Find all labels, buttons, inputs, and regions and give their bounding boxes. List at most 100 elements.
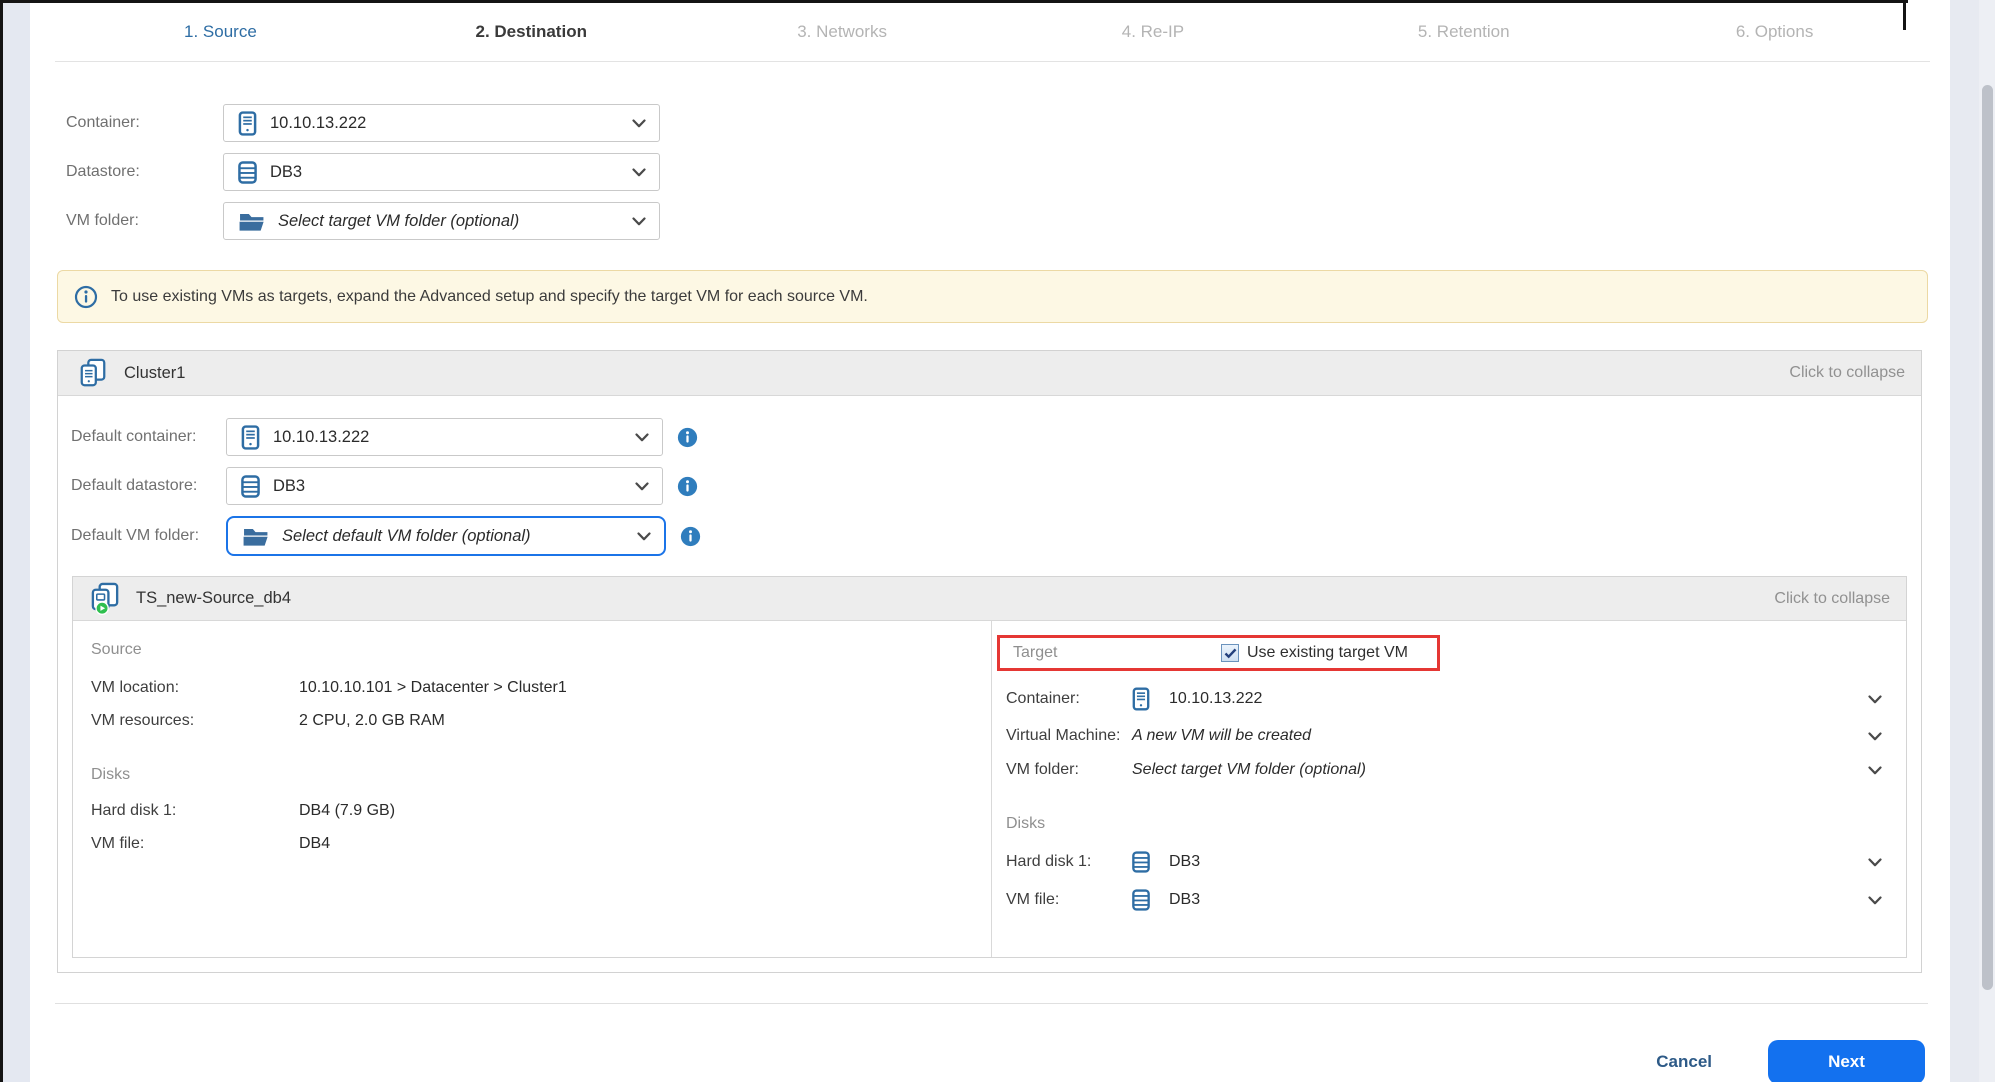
step-retention[interactable]: 5. Retention bbox=[1308, 22, 1619, 42]
screenshot-border-top bbox=[0, 0, 1908, 3]
datastore-dropdown[interactable]: DB3 bbox=[223, 153, 660, 191]
footer-actions: Cancel Next bbox=[30, 1040, 1950, 1082]
vm-resources-label: VM resources: bbox=[91, 712, 299, 730]
step-destination[interactable]: 2. Destination bbox=[376, 22, 687, 42]
source-hard-disk-label: Hard disk 1: bbox=[91, 802, 299, 820]
cancel-button[interactable]: Cancel bbox=[1656, 1052, 1712, 1072]
default-container-value: 10.10.13.222 bbox=[273, 428, 369, 447]
open-folder-icon bbox=[242, 526, 269, 547]
info-banner-text: To use existing VMs as targets, expand t… bbox=[111, 288, 868, 306]
wizard-stepper: 1. Source 2. Destination 3. Networks 4. … bbox=[65, 3, 1930, 61]
vm-title: TS_new-Source_db4 bbox=[136, 589, 291, 608]
chevron-down-icon bbox=[632, 168, 646, 177]
stepper-divider bbox=[55, 61, 1930, 62]
vm-location-value: 10.10.10.101 > Datacenter > Cluster1 bbox=[299, 679, 567, 697]
datastore-value: DB3 bbox=[270, 163, 302, 182]
source-hard-disk-value: DB4 (7.9 GB) bbox=[299, 802, 395, 820]
container-value: 10.10.13.222 bbox=[270, 114, 366, 133]
step-options[interactable]: 6. Options bbox=[1619, 22, 1930, 42]
cluster-group-box: Cluster1 Click to collapse Default conta… bbox=[57, 350, 1922, 973]
target-hard-disk-label: Hard disk 1: bbox=[1006, 853, 1132, 871]
step-reip[interactable]: 4. Re-IP bbox=[998, 22, 1309, 42]
target-vm-value: A new VM will be created bbox=[1132, 727, 1311, 745]
screenshot-border-left bbox=[0, 0, 3, 1082]
chevron-down-icon bbox=[1868, 766, 1882, 775]
chevron-down-icon bbox=[632, 119, 646, 128]
target-vm-file-dropdown[interactable]: VM file: DB3 bbox=[1006, 889, 1882, 911]
default-vm-folder-dropdown[interactable]: Select default VM folder (optional) bbox=[226, 516, 666, 556]
scrollbar-track[interactable] bbox=[1979, 0, 1995, 1082]
chevron-down-icon bbox=[637, 532, 651, 541]
step-source[interactable]: 1. Source bbox=[65, 22, 376, 42]
source-heading: Source bbox=[91, 641, 967, 659]
source-pane: Source VM location: 10.10.10.101 > Datac… bbox=[73, 621, 992, 957]
scrollbar-thumb[interactable] bbox=[1982, 85, 1993, 990]
default-datastore-label: Default datastore: bbox=[71, 477, 226, 495]
use-existing-vm-checkbox[interactable]: Use existing target VM bbox=[1221, 644, 1408, 662]
checkbox-checked[interactable] bbox=[1221, 644, 1239, 662]
chevron-down-icon bbox=[1868, 732, 1882, 741]
vm-location-label: VM location: bbox=[91, 679, 299, 697]
left-gutter bbox=[3, 0, 30, 1082]
vm-folder-label: VM folder: bbox=[66, 212, 223, 230]
source-vm-file-label: VM file: bbox=[91, 835, 299, 853]
default-container-label: Default container: bbox=[71, 428, 226, 446]
target-vm-file-value: DB3 bbox=[1169, 891, 1200, 909]
target-pane: Target Use existing target VM Container: bbox=[992, 621, 1906, 957]
vm-resources-value: 2 CPU, 2.0 GB RAM bbox=[299, 712, 445, 730]
datastore-icon bbox=[238, 161, 257, 184]
info-circle-icon bbox=[74, 285, 98, 309]
screenshot-border-tick bbox=[1903, 0, 1906, 30]
default-vm-folder-label: Default VM folder: bbox=[71, 527, 226, 545]
chevron-down-icon bbox=[1868, 896, 1882, 905]
datastore-icon bbox=[241, 475, 260, 498]
datastore-icon bbox=[1132, 889, 1150, 911]
source-vm-file-value: DB4 bbox=[299, 835, 330, 853]
source-disks-heading: Disks bbox=[91, 766, 967, 784]
vm-folder-placeholder: Select target VM folder (optional) bbox=[278, 212, 519, 231]
info-icon[interactable] bbox=[677, 427, 698, 448]
target-vm-folder-label: VM folder: bbox=[1006, 761, 1132, 779]
target-virtual-machine-dropdown[interactable]: Virtual Machine: A new VM will be create… bbox=[1006, 727, 1882, 745]
container-label: Container: bbox=[66, 114, 223, 132]
collapse-hint: Click to collapse bbox=[1789, 364, 1905, 382]
target-vm-folder-dropdown[interactable]: VM folder: Select target VM folder (opti… bbox=[1006, 761, 1882, 779]
next-button[interactable]: Next bbox=[1768, 1040, 1925, 1082]
use-existing-vm-label: Use existing target VM bbox=[1247, 644, 1408, 662]
target-heading: Target bbox=[1013, 644, 1221, 662]
container-dropdown[interactable]: 10.10.13.222 bbox=[223, 104, 660, 142]
cluster-group-header[interactable]: Cluster1 Click to collapse bbox=[58, 351, 1921, 396]
target-vm-label: Virtual Machine: bbox=[1006, 727, 1132, 745]
chevron-down-icon bbox=[635, 482, 649, 491]
default-datastore-dropdown[interactable]: DB3 bbox=[226, 467, 663, 505]
target-container-dropdown[interactable]: Container: 10.10.13.222 bbox=[1006, 687, 1882, 711]
collapse-hint: Click to collapse bbox=[1774, 590, 1890, 608]
wizard-content: 1. Source 2. Destination 3. Networks 4. … bbox=[30, 3, 1950, 1082]
chevron-down-icon bbox=[635, 433, 649, 442]
host-icon bbox=[241, 425, 260, 450]
open-folder-icon bbox=[238, 211, 265, 232]
vm-running-icon bbox=[89, 582, 122, 615]
target-vm-folder-value: Select target VM folder (optional) bbox=[1132, 761, 1366, 779]
default-datastore-value: DB3 bbox=[273, 477, 305, 496]
datastore-label: Datastore: bbox=[66, 163, 223, 181]
cluster-defaults-form: Default container: 10.10.13.222 Default … bbox=[71, 418, 1921, 556]
cluster-title: Cluster1 bbox=[124, 364, 185, 383]
vm-group-header[interactable]: TS_new-Source_db4 Click to collapse bbox=[73, 577, 1906, 621]
step-networks[interactable]: 3. Networks bbox=[687, 22, 998, 42]
target-container-label: Container: bbox=[1006, 690, 1132, 708]
vm-group-box: TS_new-Source_db4 Click to collapse Sour… bbox=[72, 576, 1907, 958]
wizard-destination-page: 1. Source 2. Destination 3. Networks 4. … bbox=[0, 0, 1995, 1082]
target-hard-disk-dropdown[interactable]: Hard disk 1: DB3 bbox=[1006, 851, 1882, 873]
chevron-down-icon bbox=[632, 217, 646, 226]
target-highlight-annotation: Target Use existing target VM bbox=[997, 635, 1440, 671]
footer-divider bbox=[55, 1003, 1928, 1004]
info-icon[interactable] bbox=[677, 476, 698, 497]
info-icon[interactable] bbox=[680, 526, 701, 547]
cluster-icon bbox=[78, 358, 108, 388]
chevron-down-icon bbox=[1868, 858, 1882, 867]
destination-form: Container: 10.10.13.222 Datastore: DB3 V… bbox=[66, 104, 1950, 240]
default-container-dropdown[interactable]: 10.10.13.222 bbox=[226, 418, 663, 456]
vm-folder-dropdown[interactable]: Select target VM folder (optional) bbox=[223, 202, 660, 240]
target-disks-heading: Disks bbox=[1006, 815, 1882, 833]
